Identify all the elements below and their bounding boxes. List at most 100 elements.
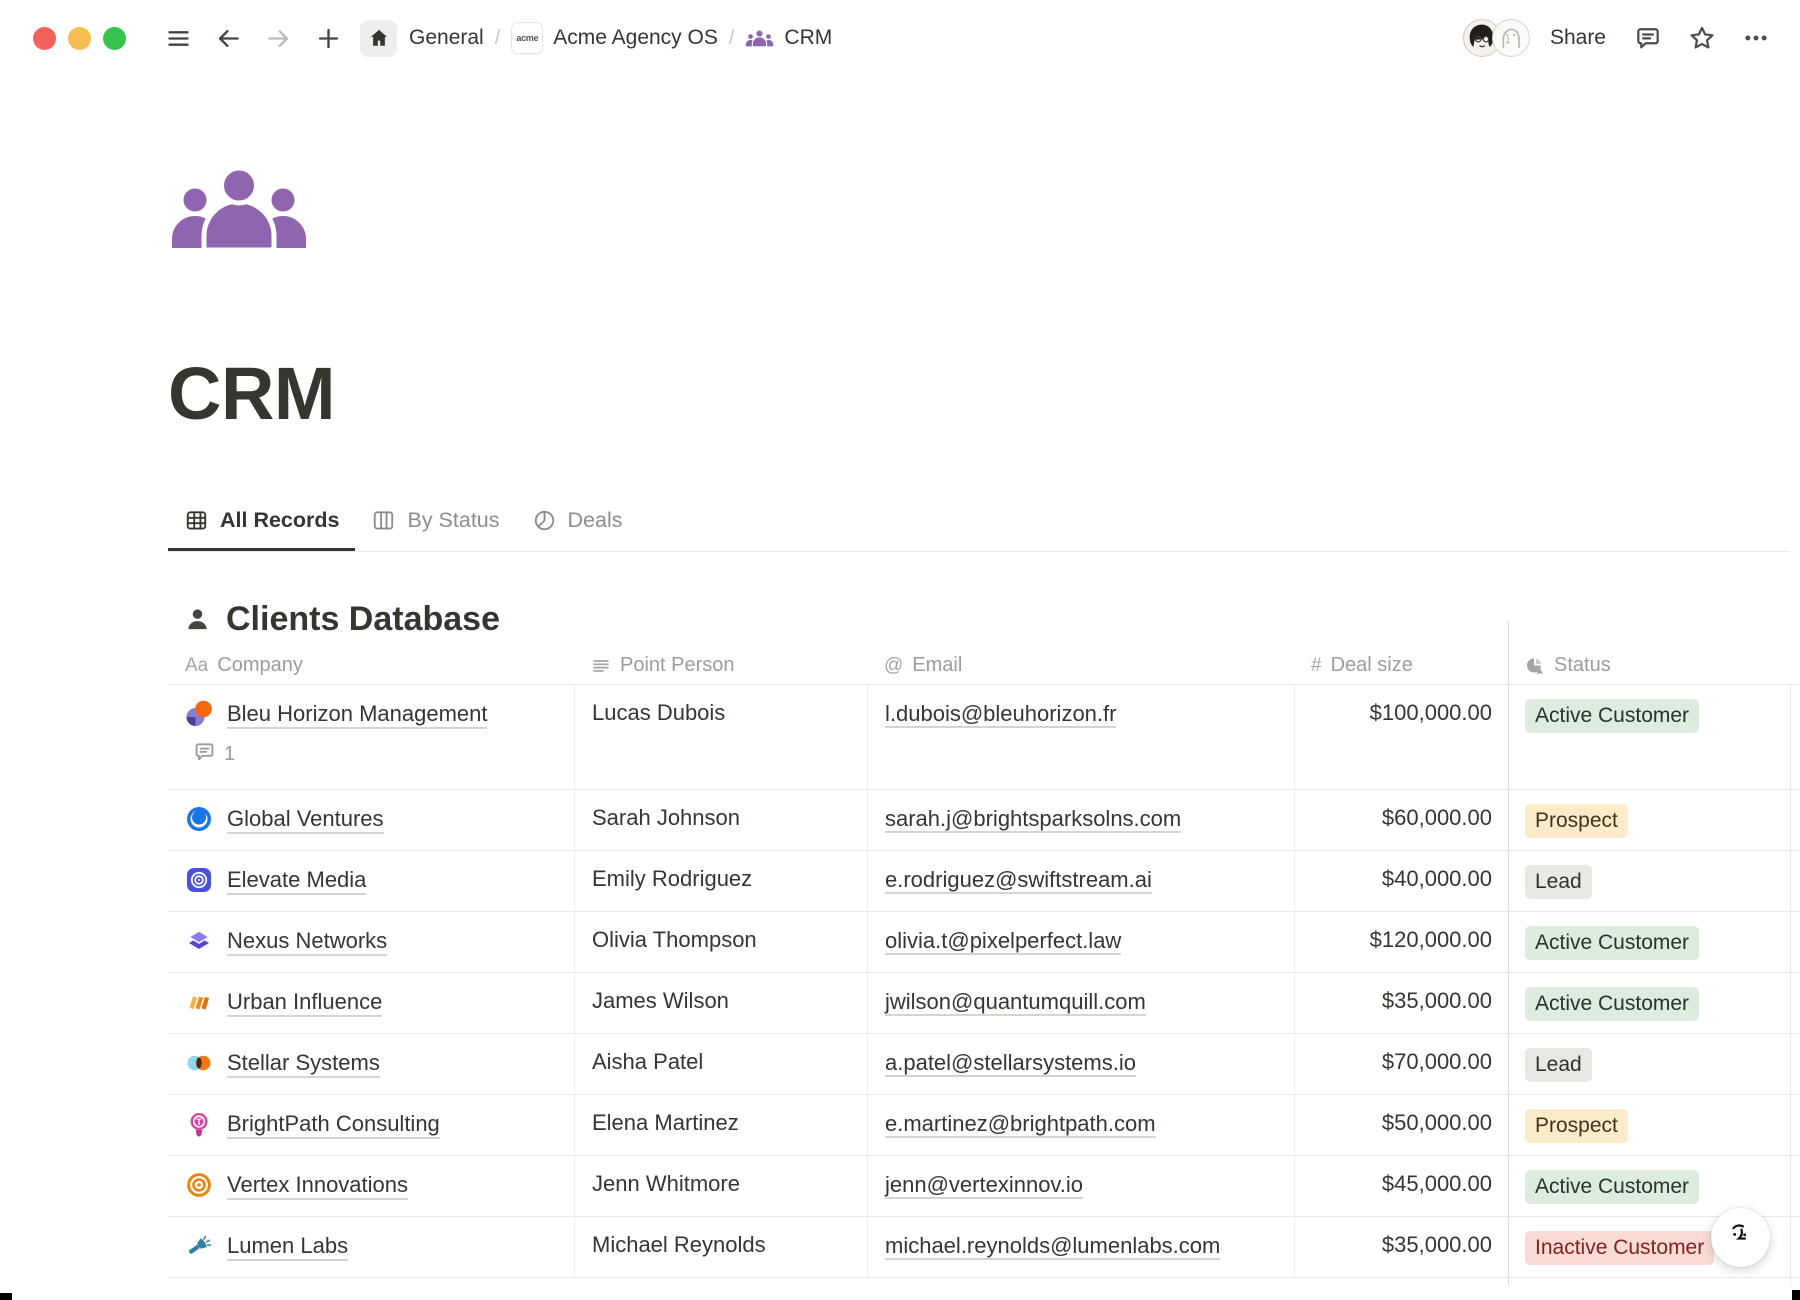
new-page-icon[interactable]: [310, 20, 346, 56]
cell-point-person[interactable]: Olivia Thompson: [574, 912, 867, 972]
cell-status[interactable]: Prospect: [1508, 1095, 1790, 1155]
cell-deal-size[interactable]: $100,000.00: [1294, 685, 1508, 789]
cell-email[interactable]: jenn@vertexinnov.io: [867, 1156, 1294, 1216]
sidebar-menu-icon[interactable]: [160, 20, 196, 56]
email-link[interactable]: jwilson@quantumquill.com: [885, 989, 1146, 1016]
cell-point-person[interactable]: Jenn Whitmore: [574, 1156, 867, 1216]
column-header-company[interactable]: AaCompany: [168, 648, 574, 684]
back-icon[interactable]: [210, 20, 246, 56]
status-badge[interactable]: Prospect: [1525, 804, 1628, 838]
status-badge[interactable]: Prospect: [1525, 1109, 1628, 1143]
status-badge[interactable]: Lead: [1525, 1048, 1592, 1082]
tab-by-status[interactable]: By Status: [355, 491, 515, 551]
cell-status[interactable]: Lead: [1508, 851, 1790, 911]
email-link[interactable]: a.patel@stellarsystems.io: [885, 1050, 1136, 1077]
company-page-link[interactable]: Bleu Horizon Management: [227, 700, 487, 730]
cell-point-person[interactable]: Elena Martinez: [574, 1095, 867, 1155]
forward-icon[interactable]: [260, 20, 296, 56]
tab-all-records[interactable]: All Records: [168, 491, 355, 551]
status-badge[interactable]: Inactive Customer: [1525, 1231, 1714, 1265]
column-header-status[interactable]: Status: [1508, 648, 1790, 684]
breadcrumb-general[interactable]: General: [409, 26, 484, 50]
cell-email[interactable]: sarah.j@brightsparksolns.com: [867, 790, 1294, 850]
status-badge[interactable]: Active Customer: [1525, 699, 1699, 733]
column-header-point-person[interactable]: Point Person: [574, 648, 867, 684]
comments-icon[interactable]: [1634, 24, 1662, 52]
breadcrumb-current-page[interactable]: CRM: [784, 26, 832, 50]
cell-company[interactable]: Nexus Networks: [168, 912, 574, 972]
cell-company[interactable]: Vertex Innovations: [168, 1156, 574, 1216]
cell-email[interactable]: l.dubois@bleuhorizon.fr: [867, 685, 1294, 789]
company-page-link[interactable]: Global Ventures: [227, 805, 384, 835]
email-link[interactable]: michael.reynolds@lumenlabs.com: [885, 1233, 1220, 1260]
company-page-link[interactable]: Lumen Labs: [227, 1232, 348, 1262]
cell-point-person[interactable]: Sarah Johnson: [574, 790, 867, 850]
home-icon[interactable]: [360, 20, 397, 57]
email-link[interactable]: e.martinez@brightpath.com: [885, 1111, 1156, 1138]
cell-point-person[interactable]: James Wilson: [574, 973, 867, 1033]
cell-status[interactable]: Prospect: [1508, 790, 1790, 850]
email-link[interactable]: l.dubois@bleuhorizon.fr: [885, 701, 1116, 728]
more-options-icon[interactable]: [1742, 24, 1770, 52]
minimize-window-button[interactable]: [68, 27, 91, 50]
zoom-window-button[interactable]: [103, 27, 126, 50]
notion-ai-button[interactable]: [1711, 1208, 1770, 1267]
status-badge[interactable]: Active Customer: [1525, 926, 1699, 960]
email-link[interactable]: jenn@vertexinnov.io: [885, 1172, 1083, 1199]
cell-company[interactable]: Elevate Media: [168, 851, 574, 911]
cell-point-person[interactable]: Michael Reynolds: [574, 1217, 867, 1277]
cell-status[interactable]: Active Customer: [1508, 1156, 1790, 1216]
cell-status[interactable]: Active Customer: [1508, 912, 1790, 972]
status-badge[interactable]: Active Customer: [1525, 1170, 1699, 1204]
company-page-link[interactable]: Nexus Networks: [227, 927, 387, 957]
cell-point-person[interactable]: Lucas Dubois: [574, 685, 867, 789]
company-page-link[interactable]: Stellar Systems: [227, 1049, 380, 1079]
favorite-star-icon[interactable]: [1688, 24, 1716, 52]
email-link[interactable]: e.rodriguez@swiftstream.ai: [885, 867, 1152, 894]
cell-email[interactable]: jwilson@quantumquill.com: [867, 973, 1294, 1033]
column-header-deal-size[interactable]: #Deal size: [1294, 648, 1508, 684]
cell-deal-size[interactable]: $35,000.00: [1294, 973, 1508, 1033]
cell-status[interactable]: Lead: [1508, 1034, 1790, 1094]
cell-deal-size[interactable]: $45,000.00: [1294, 1156, 1508, 1216]
cell-status[interactable]: Active Customer: [1508, 973, 1790, 1033]
cell-deal-size[interactable]: $60,000.00: [1294, 790, 1508, 850]
cell-company[interactable]: Global Ventures: [168, 790, 574, 850]
company-page-link[interactable]: BrightPath Consulting: [227, 1110, 440, 1140]
cell-email[interactable]: a.patel@stellarsystems.io: [867, 1034, 1294, 1094]
collaborator-avatars[interactable]: [1463, 19, 1530, 57]
page-icon-people-group[interactable]: [168, 164, 310, 250]
cell-company[interactable]: Bleu Horizon Management 1: [168, 685, 574, 789]
comment-count[interactable]: 1: [193, 740, 574, 769]
breadcrumb-workspace[interactable]: Acme Agency OS: [553, 26, 718, 50]
cell-deal-size[interactable]: $120,000.00: [1294, 912, 1508, 972]
share-button[interactable]: Share: [1550, 26, 1606, 50]
cell-company[interactable]: TBrightPath Consulting: [168, 1095, 574, 1155]
status-badge[interactable]: Active Customer: [1525, 987, 1699, 1021]
cell-point-person[interactable]: Aisha Patel: [574, 1034, 867, 1094]
cell-company[interactable]: Urban Influence: [168, 973, 574, 1033]
cell-company[interactable]: Stellar Systems: [168, 1034, 574, 1094]
column-header-email[interactable]: @Email: [867, 648, 1294, 684]
cell-email[interactable]: e.martinez@brightpath.com: [867, 1095, 1294, 1155]
cell-deal-size[interactable]: $50,000.00: [1294, 1095, 1508, 1155]
cell-company[interactable]: Lumen Labs: [168, 1217, 574, 1277]
status-badge[interactable]: Lead: [1525, 865, 1592, 899]
cell-deal-size[interactable]: $70,000.00: [1294, 1034, 1508, 1094]
cell-email[interactable]: michael.reynolds@lumenlabs.com: [867, 1217, 1294, 1277]
company-page-link[interactable]: Vertex Innovations: [227, 1171, 408, 1201]
page-title[interactable]: CRM: [168, 350, 1800, 439]
cell-email[interactable]: olivia.t@pixelperfect.law: [867, 912, 1294, 972]
cell-point-person[interactable]: Emily Rodriguez: [574, 851, 867, 911]
close-window-button[interactable]: [33, 27, 56, 50]
company-page-link[interactable]: Urban Influence: [227, 988, 382, 1018]
email-link[interactable]: sarah.j@brightsparksolns.com: [885, 806, 1181, 833]
email-link[interactable]: olivia.t@pixelperfect.law: [885, 928, 1121, 955]
cell-deal-size[interactable]: $40,000.00: [1294, 851, 1508, 911]
company-page-link[interactable]: Elevate Media: [227, 866, 366, 896]
cell-status[interactable]: Active Customer: [1508, 685, 1790, 789]
database-title[interactable]: Clients Database: [226, 600, 500, 639]
cell-deal-size[interactable]: $35,000.00: [1294, 1217, 1508, 1277]
tab-deals[interactable]: Deals: [516, 491, 639, 551]
cell-email[interactable]: e.rodriguez@swiftstream.ai: [867, 851, 1294, 911]
